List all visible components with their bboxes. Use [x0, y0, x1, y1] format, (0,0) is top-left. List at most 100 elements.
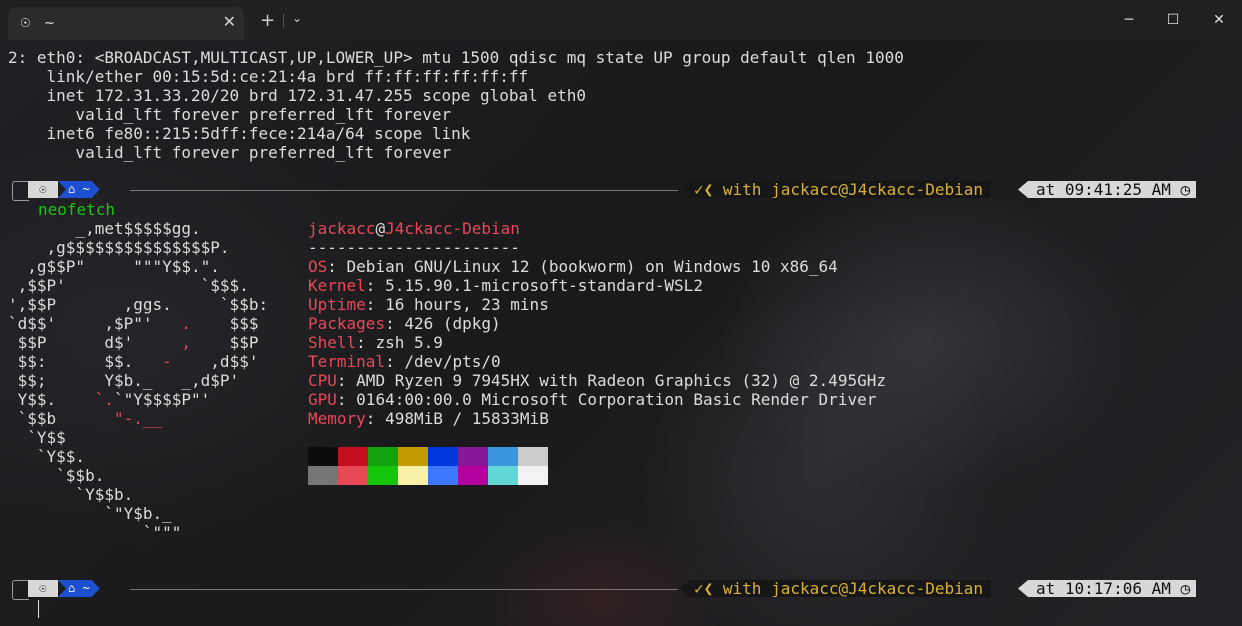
info-row: GPU: 0164:00:00.0 Microsoft Corporation …	[308, 390, 876, 409]
logo-line: `$$b.	[8, 466, 104, 485]
ip-output-line: valid_lft forever preferred_lft forever	[8, 105, 452, 124]
logo-line: ,g$$P" """Y$$.".	[8, 257, 220, 276]
info-row: Memory: 498MiB / 15833MiB	[308, 409, 549, 428]
user-host-line: jackacc@J4ckacc-Debian	[308, 219, 520, 238]
logo-line: `Y$$b.	[8, 485, 133, 504]
palette-swatch	[368, 447, 398, 466]
info-value: : 16 hours, 23 mins	[365, 295, 549, 314]
palette-swatch	[458, 466, 488, 485]
logo-fragment: `$$b.	[8, 466, 105, 485]
logo-fragment: ',$$P ,ggs. `$$b:	[8, 295, 269, 314]
logo-fragment: `"Y$b._	[8, 504, 172, 523]
info-row: Terminal: /dev/pts/0	[308, 352, 501, 371]
ip-output-line: valid_lft forever preferred_lft forever	[8, 143, 452, 162]
minimize-button[interactable]: ─	[1106, 6, 1152, 34]
hostname: J4ckacc-Debian	[385, 219, 520, 238]
logo-line: ,$$P' `$$$.	[8, 276, 249, 295]
username: jackacc	[308, 219, 376, 238]
info-row: Kernel: 5.15.90.1-microsoft-standard-WSL…	[308, 276, 703, 295]
title-bar: ☉ ~ ✕ + ⌄ ─ ☐ ✕	[0, 0, 1242, 40]
info-key: Kernel	[308, 276, 366, 295]
logo-fragment: ,$$P' `$$$.	[8, 276, 249, 295]
info-key: CPU	[308, 371, 337, 390]
info-row: OS: Debian GNU/Linux 12 (bookworm) on Wi…	[308, 257, 838, 276]
logo-line: $$: $$. - ,d$$'	[8, 352, 259, 371]
prompt-directory: ⌂ ~	[58, 580, 100, 597]
ip-output-line: inet 172.31.33.20/20 brd 172.31.47.255 s…	[8, 86, 586, 105]
info-value: : Debian GNU/Linux 12 (bookworm) on Wind…	[327, 257, 838, 276]
palette-swatch	[338, 447, 368, 466]
logo-line: $$P d$' , $$P	[8, 333, 259, 352]
logo-fragment: ,d$$'	[171, 352, 259, 371]
info-value: : 498MiB / 15833MiB	[365, 409, 549, 428]
logo-fragment: `"Y$$$$P"'	[113, 390, 211, 409]
logo-fragment: .	[181, 314, 192, 333]
logo-line: `Y$$.	[8, 447, 85, 466]
palette-swatch	[308, 447, 338, 466]
text-cursor[interactable]	[38, 600, 39, 618]
logo-line: _,met$$$$$gg.	[8, 219, 201, 238]
palette-swatch	[518, 447, 548, 466]
info-row: CPU: AMD Ryzen 9 7945HX with Radeon Grap…	[308, 371, 886, 390]
prompt-status: ✓❮ with jackacc@J4ckacc-Debian	[680, 580, 991, 597]
logo-fragment: -	[162, 352, 172, 371]
info-row: Uptime: 16 hours, 23 mins	[308, 295, 549, 314]
logo-fragment: $$$	[191, 314, 259, 333]
info-value: : 5.15.90.1-microsoft-standard-WSL2	[365, 276, 703, 295]
logo-line: `Y$$	[8, 428, 66, 447]
palette-swatch	[488, 447, 518, 466]
debian-swirl-icon: ☉	[20, 16, 31, 30]
logo-fragment: $$; Y$b._ _,d$P'	[8, 371, 240, 390]
logo-fragment: `Y$$	[8, 428, 66, 447]
palette-swatch	[428, 447, 458, 466]
info-row: Packages: 426 (dpkg)	[308, 314, 501, 333]
terminal-tab[interactable]: ☉ ~ ✕	[8, 7, 244, 40]
maximize-button[interactable]: ☐	[1150, 6, 1196, 34]
ip-output-line: inet6 fe80::215:5dff:fece:214a/64 scope …	[8, 124, 471, 143]
info-key: Packages	[308, 314, 386, 333]
prompt-time: at 09:41:25 AM ◷	[1018, 181, 1197, 198]
new-tab-button[interactable]: +	[260, 10, 275, 31]
logo-fragment: `d$$' ,$P"'	[8, 314, 182, 333]
logo-fragment: _,met$$$$$gg.	[8, 219, 201, 238]
info-key: Terminal	[308, 352, 386, 371]
logo-fragment: ,g$$$$$$$$$$$$$$$P.	[8, 238, 230, 257]
logo-line: `d$$' ,$P"' . $$$	[8, 314, 258, 333]
logo-fragment: `"""	[8, 523, 182, 542]
prompt-directory: ⌂ ~	[58, 181, 100, 198]
info-value: : /dev/pts/0	[385, 352, 501, 371]
palette-swatch	[428, 466, 458, 485]
logo-line: $$; Y$b._ _,d$P'	[8, 371, 240, 390]
tab-divider	[283, 14, 284, 28]
info-value: : 426 (dpkg)	[385, 314, 501, 333]
logo-fragment: $$P d$'	[8, 333, 182, 352]
logo-line: ',$$P ,ggs. `$$b:	[8, 295, 268, 314]
logo-fragment: $$P	[191, 333, 259, 352]
palette-swatch	[398, 466, 428, 485]
palette-swatch	[308, 466, 338, 485]
at-sign: @	[375, 219, 386, 238]
logo-line: ,g$$$$$$$$$$$$$$$P.	[8, 238, 230, 257]
os-icon: ☉	[28, 580, 58, 597]
info-key: Uptime	[308, 295, 366, 314]
info-separator: ----------------------	[308, 238, 520, 257]
chevron-down-icon[interactable]: ⌄	[292, 11, 302, 25]
info-key: OS	[308, 257, 328, 276]
tab-title: ~	[44, 16, 55, 31]
logo-fragment: `.	[94, 390, 114, 409]
logo-line: `"""	[8, 523, 182, 542]
logo-fragment: `Y$$b.	[8, 485, 134, 504]
close-window-button[interactable]: ✕	[1196, 6, 1242, 34]
logo-fragment: ,	[181, 333, 192, 352]
prompt-status: ✓❮ with jackacc@J4ckacc-Debian	[680, 181, 991, 198]
ip-output-line: link/ether 00:15:5d:ce:21:4a brd ff:ff:f…	[8, 67, 529, 86]
prompt-time: at 10:17:06 AM ◷	[1018, 580, 1197, 597]
info-key: GPU	[308, 390, 337, 409]
info-key: Memory	[308, 409, 366, 428]
palette-swatch	[398, 447, 428, 466]
os-icon: ☉	[28, 181, 58, 198]
close-tab-icon[interactable]: ✕	[223, 12, 236, 31]
terminal-content[interactable]: 2: eth0: <BROADCAST,MULTICAST,UP,LOWER_U…	[0, 40, 1242, 626]
logo-fragment: Y$$.	[8, 390, 95, 409]
logo-fragment: `$$b	[8, 409, 114, 428]
